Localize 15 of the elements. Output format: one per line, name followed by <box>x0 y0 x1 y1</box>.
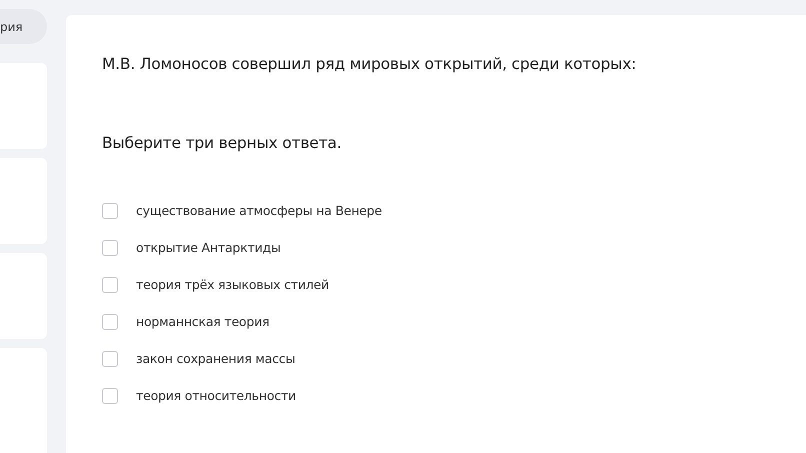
question-text: М.В. Ломоносов совершил ряд мировых открытий, среди которых: <box>102 54 638 75</box>
option-label[interactable]: теория трёх языковых стилей <box>136 276 329 294</box>
instruction-text: Выберите три верных ответа. <box>102 133 342 154</box>
checkbox[interactable] <box>102 240 118 256</box>
checkbox[interactable] <box>102 203 118 219</box>
option-label[interactable]: закон сохранения массы <box>136 350 296 368</box>
tab-pill[interactable]: рия <box>0 9 47 44</box>
option-label[interactable]: норманнская теория <box>136 312 270 332</box>
option-label[interactable]: существование атмосферы на Венере <box>136 202 382 220</box>
option-label[interactable]: теория относительности <box>136 386 296 406</box>
checkbox[interactable] <box>102 351 118 367</box>
option-label[interactable]: открытие Антарктиды <box>136 238 281 258</box>
checkbox[interactable] <box>102 277 118 293</box>
checkbox[interactable] <box>102 388 118 404</box>
checkbox[interactable] <box>102 314 118 330</box>
